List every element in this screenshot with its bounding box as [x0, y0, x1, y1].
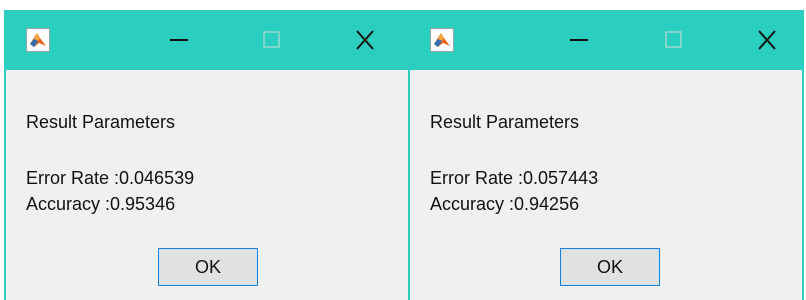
- maximize-button[interactable]: [656, 24, 690, 56]
- ok-button[interactable]: OK: [560, 248, 660, 286]
- dialog-content: Result Parameters Error Rate :0.057443 A…: [430, 70, 792, 300]
- close-icon: [356, 30, 374, 50]
- matlab-logo-icon[interactable]: [430, 28, 454, 52]
- maximize-icon: [665, 31, 682, 48]
- close-icon: [758, 30, 776, 50]
- result-heading: Result Parameters: [430, 112, 580, 132]
- screenshot-stage: Result Parameters Error Rate :0.046539 A…: [0, 0, 806, 300]
- maximize-button[interactable]: [254, 24, 288, 56]
- accuracy-text: Accuracy :0.95346: [26, 194, 176, 214]
- close-button[interactable]: [348, 24, 382, 56]
- accuracy-text: Accuracy :0.94256: [430, 194, 580, 214]
- ok-button[interactable]: OK: [158, 248, 258, 286]
- minimize-icon: [170, 39, 188, 41]
- result-dialog-1: Result Parameters Error Rate :0.046539 A…: [4, 10, 410, 300]
- result-dialog-2: Result Parameters Error Rate :0.057443 A…: [408, 10, 804, 300]
- title-bar[interactable]: [6, 10, 408, 70]
- minimize-icon: [570, 39, 588, 41]
- minimize-button[interactable]: [162, 24, 196, 56]
- error-rate-text: Error Rate :0.057443: [430, 168, 599, 188]
- error-rate-text: Error Rate :0.046539: [26, 168, 195, 188]
- matlab-logo-icon[interactable]: [26, 28, 50, 52]
- maximize-icon: [263, 31, 280, 48]
- minimize-button[interactable]: [562, 24, 596, 56]
- dialog-content: Result Parameters Error Rate :0.046539 A…: [26, 70, 398, 300]
- title-bar[interactable]: [410, 10, 802, 70]
- result-heading: Result Parameters: [26, 112, 176, 132]
- close-button[interactable]: [750, 24, 784, 56]
